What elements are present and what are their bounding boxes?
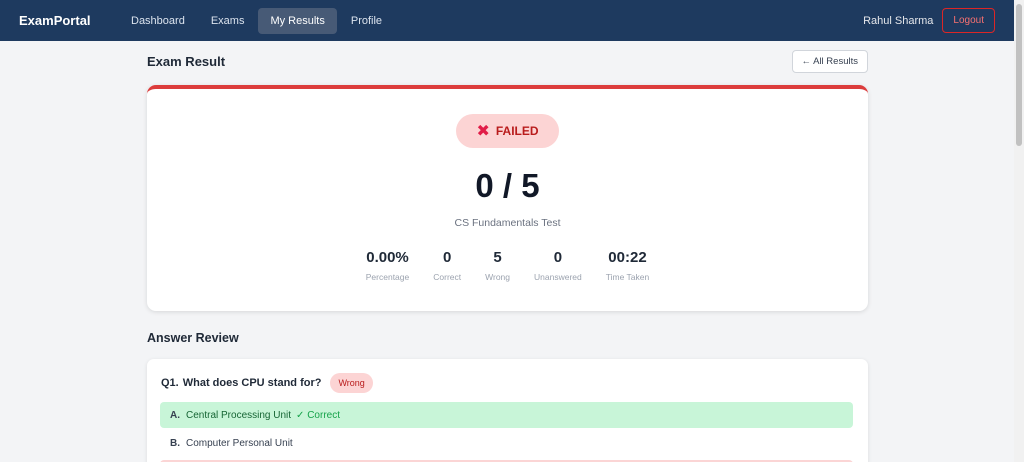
stat-label: Percentage — [365, 272, 410, 282]
question-number: Q1. — [161, 377, 179, 389]
main-content: Exam Result ← All Results ✖ FAILED 0 / 5… — [147, 41, 868, 462]
user-name: Rahul Sharma — [863, 14, 934, 27]
stat-label: Correct — [433, 272, 462, 282]
option-a: A. Central Processing Unit ✓ Correct — [160, 402, 853, 428]
stat-label: Unanswered — [534, 272, 582, 282]
nav-link-profile[interactable]: Profile — [339, 8, 394, 34]
answer-review-title: Answer Review — [147, 331, 239, 345]
cross-icon: ✖ — [476, 123, 490, 140]
brand-logo[interactable]: ExamPortal — [19, 13, 119, 28]
page-scrollbar[interactable] — [1014, 0, 1024, 462]
stat-label: Wrong — [485, 272, 511, 282]
stat-value: 5 — [493, 249, 502, 266]
question-header: Q1. What does CPU stand for? Wrong — [161, 373, 373, 393]
stat-value: 00:22 — [608, 249, 647, 266]
stat-time-taken: 00:22 Time Taken — [594, 249, 661, 282]
page-header: Exam Result ← All Results — [147, 41, 868, 81]
stat-value: 0 — [443, 249, 452, 266]
result-stats: 0.00% Percentage 0 Correct 5 Wrong 0 Una… — [147, 249, 868, 282]
question-card: Q1. What does CPU stand for? Wrong A. Ce… — [147, 359, 868, 462]
result-card: ✖ FAILED 0 / 5 CS Fundamentals Test 0.00… — [147, 85, 868, 311]
stat-value: 0.00% — [366, 249, 409, 266]
option-text: Computer Personal Unit — [186, 437, 293, 449]
stat-correct: 0 Correct — [421, 249, 473, 282]
question-text: What does CPU stand for? — [182, 377, 322, 389]
stat-value: 0 — [553, 249, 563, 266]
stat-percentage: 0.00% Percentage — [354, 249, 421, 282]
nav-link-exams[interactable]: Exams — [199, 8, 257, 34]
exam-name: CS Fundamentals Test — [454, 217, 561, 229]
nav-link-my-results[interactable]: My Results — [258, 7, 337, 34]
score-value: 0 / 5 — [475, 167, 540, 204]
nav-link-dashboard[interactable]: Dashboard — [119, 8, 197, 34]
option-letter: A. — [170, 409, 180, 421]
stat-wrong: 5 Wrong — [473, 249, 522, 282]
status-label: FAILED — [495, 124, 539, 138]
stat-label: Time Taken — [605, 272, 650, 282]
nav-user-area: Rahul Sharma Logout — [863, 8, 995, 33]
option-text: Central Processing Unit — [186, 409, 292, 421]
navbar: ExamPortal Dashboard Exams My Results Pr… — [0, 0, 1014, 41]
option-b: B. Computer Personal Unit — [160, 430, 853, 456]
all-results-button[interactable]: ← All Results — [791, 49, 868, 73]
correct-tag: ✓ Correct — [296, 409, 340, 421]
stat-unanswered: 0 Unanswered — [522, 249, 594, 282]
scrollbar-thumb[interactable] — [1016, 4, 1022, 146]
question-result-badge: Wrong — [330, 373, 373, 393]
option-letter: B. — [170, 437, 180, 449]
status-badge: ✖ FAILED — [456, 114, 559, 148]
page-title: Exam Result — [147, 54, 226, 69]
nav-links: Dashboard Exams My Results Profile — [119, 7, 396, 34]
logout-button[interactable]: Logout — [942, 8, 995, 33]
